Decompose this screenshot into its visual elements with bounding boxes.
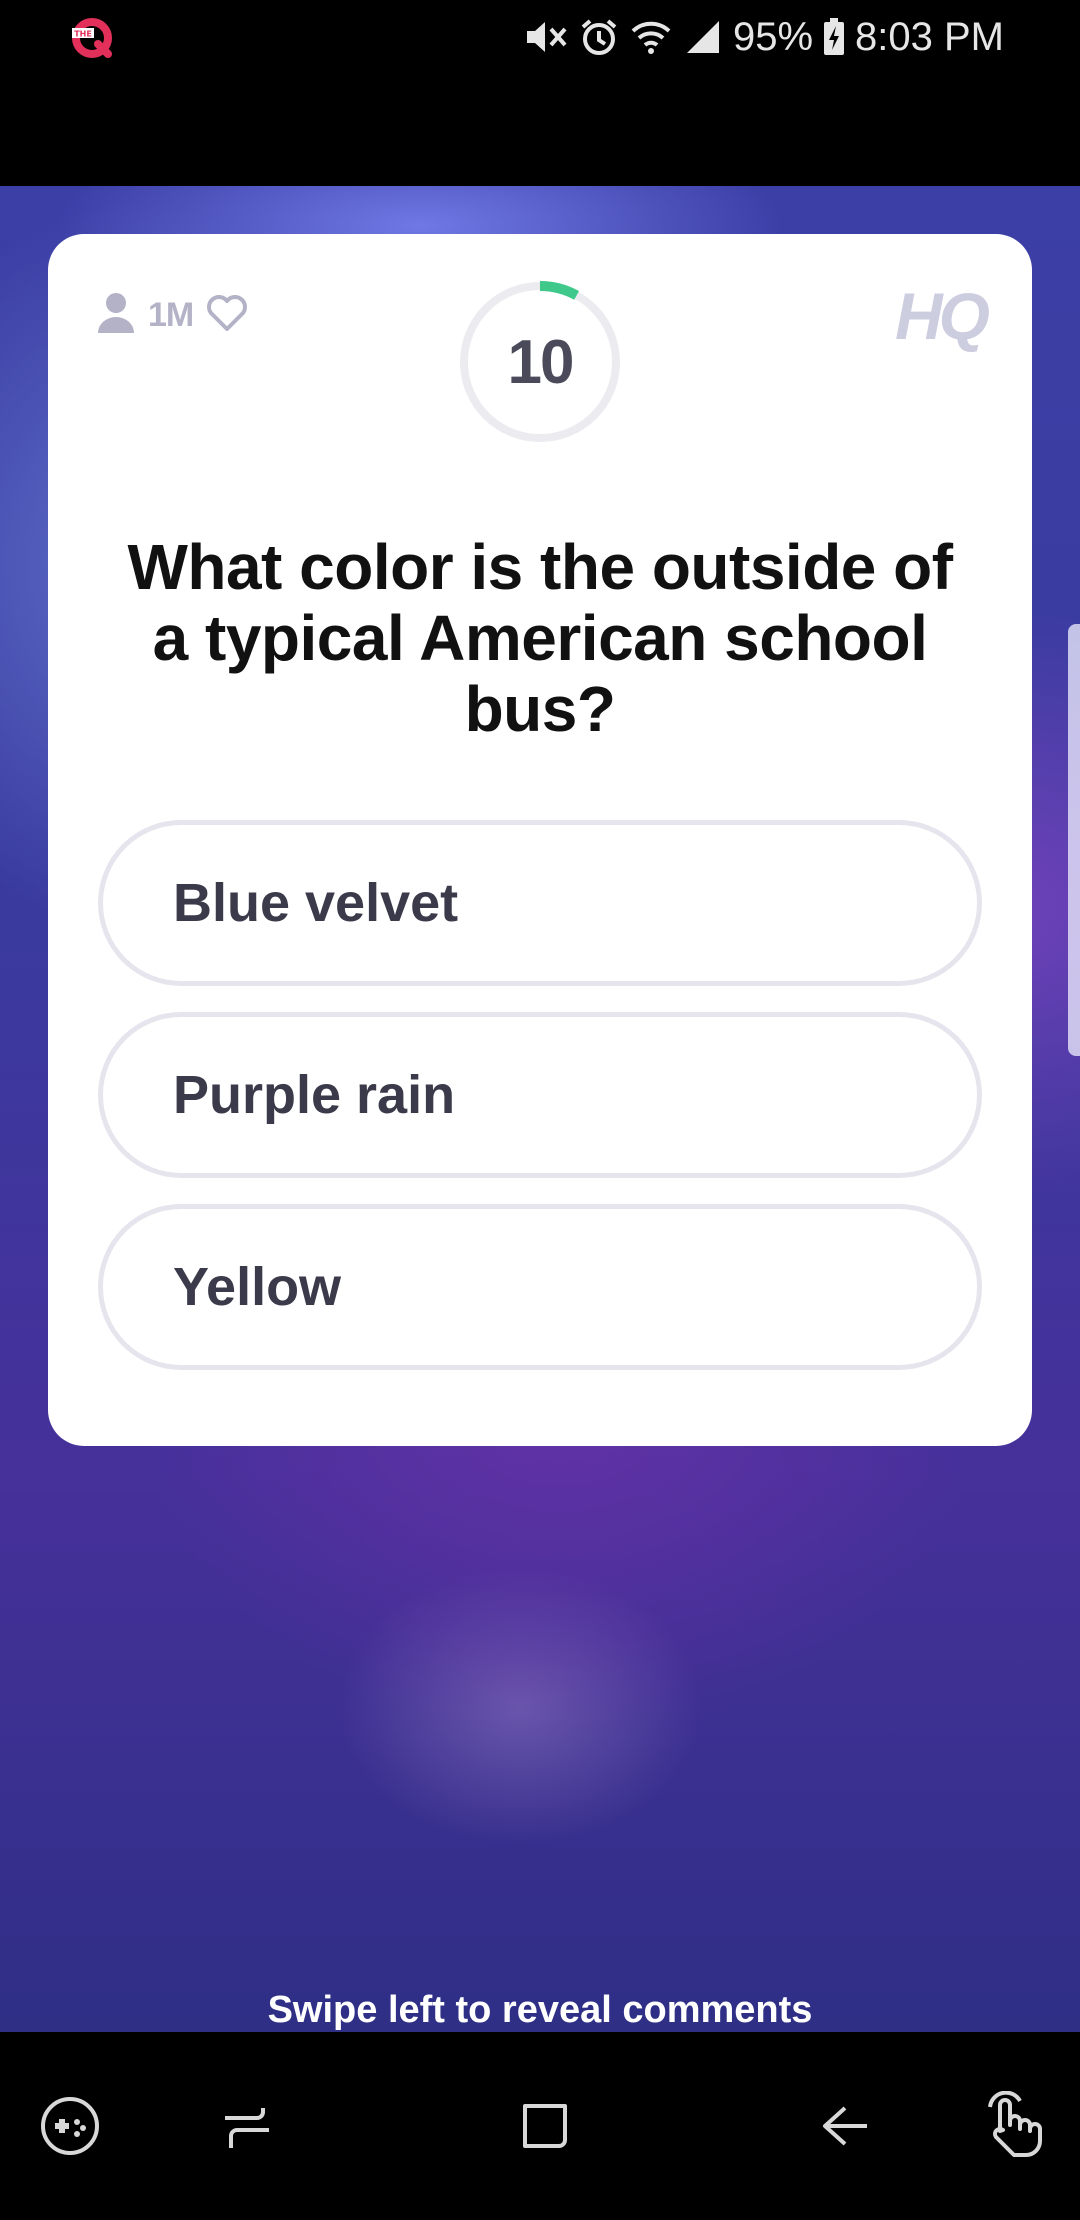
live-video-stage[interactable]: 1M 10 HQ What color is the outside of a … [0, 186, 1080, 2032]
question-card: 1M 10 HQ What color is the outside of a … [48, 234, 1032, 1446]
mute-vibrate-icon [523, 17, 569, 57]
clock-time: 8:03 PM [855, 14, 1004, 59]
gesture-icon[interactable] [968, 2032, 1058, 2220]
navigation-bar [0, 2032, 1080, 2220]
swipe-hint: Swipe left to reveal comments [267, 1989, 813, 2031]
answer-label: Purple rain [173, 1065, 456, 1125]
answer-label: Blue velvet [173, 873, 459, 933]
home-icon[interactable] [500, 2032, 590, 2220]
hq-logo: HQ [895, 279, 990, 353]
heart-icon[interactable] [205, 293, 249, 338]
viewer-count: 1M [148, 295, 194, 334]
edge-panel-handle[interactable] [1068, 624, 1080, 1056]
answer-option-2[interactable]: Purple rain [98, 1012, 982, 1178]
countdown-timer: 10 [458, 280, 622, 444]
status-bar: THE 95% 8:03 PM [0, 0, 1080, 74]
answer-option-3[interactable]: Yellow [98, 1204, 982, 1370]
svg-text:THE: THE [74, 30, 92, 39]
battery-charging-icon [823, 18, 845, 56]
hq-app-notification-icon: THE [70, 16, 114, 60]
timer-seconds: 10 [507, 327, 575, 397]
question-text: What color is the outside of a typical A… [127, 531, 953, 745]
back-icon[interactable] [800, 2032, 890, 2220]
signal-icon [683, 17, 723, 57]
viewer-stats: 1M [96, 290, 249, 340]
answer-option-1[interactable]: Blue velvet [98, 820, 982, 986]
alarm-icon [579, 17, 619, 57]
wifi-icon [629, 17, 673, 57]
answer-label: Yellow [173, 1257, 342, 1317]
game-launcher-icon[interactable] [30, 2032, 110, 2220]
person-icon [96, 291, 136, 340]
recent-apps-icon[interactable] [200, 2032, 290, 2220]
battery-percent: 95% [732, 14, 814, 59]
video-top-letterbox [0, 74, 1080, 186]
